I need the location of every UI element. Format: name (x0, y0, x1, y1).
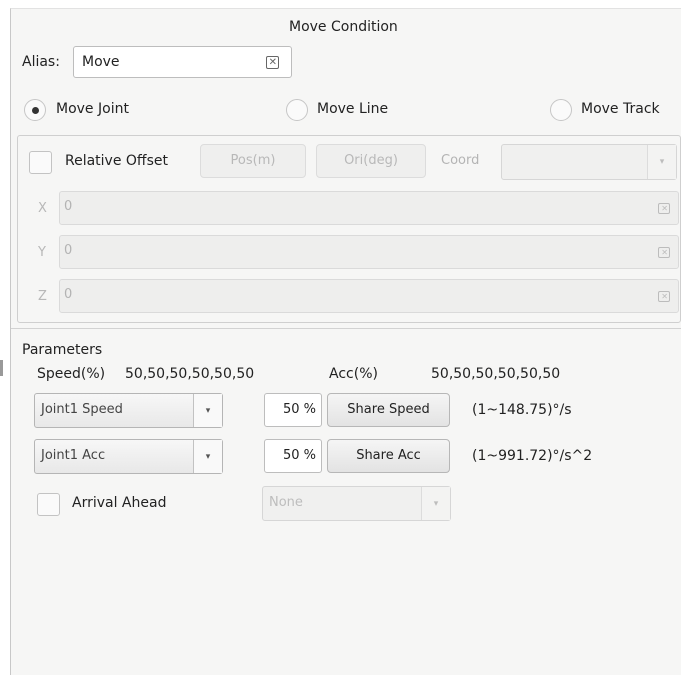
clear-text-icon[interactable]: ✕ (265, 56, 279, 69)
splitter-handle[interactable] (0, 360, 3, 376)
x-offset-value: 0 (64, 199, 73, 214)
move-track-label[interactable]: Move Track (581, 101, 660, 117)
alias-input[interactable]: Move ✕ (73, 46, 292, 78)
speed-percent-label: Speed(%) (37, 366, 106, 382)
z-axis-label: Z (38, 289, 47, 304)
chevron-down-icon: ▾ (421, 487, 450, 520)
speed-percent-values: 50,50,50,50,50,50 (125, 366, 255, 382)
x-offset-field[interactable]: 0 ✕ (59, 191, 679, 225)
clear-text-icon[interactable]: ✕ (658, 203, 670, 214)
relative-offset-label[interactable]: Relative Offset (65, 153, 168, 169)
y-offset-value: 0 (64, 243, 73, 258)
joint-acc-value: Joint1 Acc (41, 448, 106, 463)
coord-label: Coord (441, 153, 480, 168)
pos-button[interactable]: Pos(m) (200, 144, 306, 178)
arrival-ahead-select[interactable]: None ▾ (262, 486, 451, 521)
arrival-ahead-checkbox[interactable] (37, 493, 60, 516)
chevron-down-icon: ▾ (193, 440, 222, 473)
joint-speed-value: Joint1 Speed (41, 402, 123, 417)
move-joint-label[interactable]: Move Joint (56, 101, 129, 117)
y-offset-field[interactable]: 0 ✕ (59, 235, 679, 269)
arrival-ahead-value: None (269, 495, 303, 510)
acc-range-label: (1~991.72)°/s^2 (472, 448, 593, 464)
arrival-ahead-label[interactable]: Arrival Ahead (72, 495, 166, 511)
alias-label: Alias: (22, 54, 60, 70)
alias-value: Move (82, 54, 120, 70)
move-line-radio[interactable] (286, 99, 308, 121)
panel-title: Move Condition (289, 19, 398, 35)
coord-select[interactable]: ▾ (501, 144, 677, 180)
joint-acc-select[interactable]: Joint1 Acc ▾ (34, 439, 223, 474)
move-joint-radio[interactable] (24, 99, 46, 121)
move-track-radio[interactable] (550, 99, 572, 121)
z-offset-value: 0 (64, 287, 73, 302)
y-axis-label: Y (38, 245, 46, 260)
speed-range-label: (1~148.75)°/s (472, 402, 572, 418)
acc-percent-label: Acc(%) (329, 366, 378, 382)
ori-button[interactable]: Ori(deg) (316, 144, 426, 178)
joint-speed-select[interactable]: Joint1 Speed ▾ (34, 393, 223, 428)
share-acc-button[interactable]: Share Acc (327, 439, 450, 473)
clear-text-icon[interactable]: ✕ (658, 291, 670, 302)
z-offset-field[interactable]: 0 ✕ (59, 279, 679, 313)
clear-text-icon[interactable]: ✕ (658, 247, 670, 258)
move-line-label[interactable]: Move Line (317, 101, 388, 117)
section-divider (11, 328, 681, 329)
acc-percent-values: 50,50,50,50,50,50 (431, 366, 561, 382)
x-axis-label: X (38, 201, 47, 216)
share-speed-button[interactable]: Share Speed (327, 393, 450, 427)
parameters-heading: Parameters (22, 342, 103, 358)
chevron-down-icon: ▾ (193, 394, 222, 427)
relative-offset-checkbox[interactable] (29, 151, 52, 174)
chevron-down-icon: ▾ (647, 145, 676, 179)
speed-percent-input[interactable]: 50 % (264, 393, 322, 427)
acc-percent-input[interactable]: 50 % (264, 439, 322, 473)
